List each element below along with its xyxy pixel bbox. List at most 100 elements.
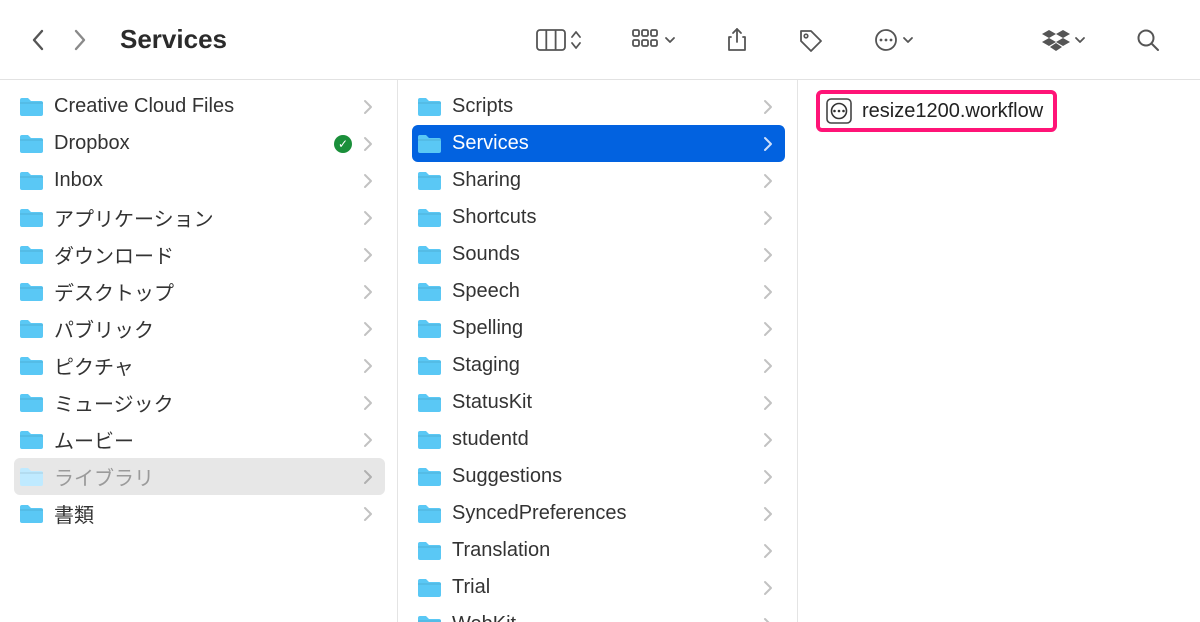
chevron-right-icon bbox=[363, 469, 377, 485]
finder-toolbar: Services bbox=[0, 0, 1200, 80]
column2-item[interactable]: SyncedPreferences bbox=[412, 495, 785, 532]
chevron-right-icon bbox=[763, 358, 777, 374]
chevron-right-icon bbox=[363, 395, 377, 411]
search-button[interactable] bbox=[1130, 24, 1166, 56]
grid-group-icon bbox=[632, 29, 660, 51]
folder-icon bbox=[416, 392, 442, 414]
column2-item[interactable]: WebKit bbox=[412, 606, 785, 622]
column1-item[interactable]: ムービー bbox=[14, 421, 385, 458]
folder-icon bbox=[416, 133, 442, 155]
share-button[interactable] bbox=[720, 23, 754, 57]
column2-item[interactable]: Scripts bbox=[412, 88, 785, 125]
folder-icon bbox=[18, 318, 44, 340]
column1-item[interactable]: パブリック bbox=[14, 310, 385, 347]
column1-item[interactable]: 書類 bbox=[14, 495, 385, 532]
chevron-left-icon bbox=[31, 28, 45, 52]
chevron-right-icon bbox=[763, 432, 777, 448]
chevron-right-icon bbox=[363, 210, 377, 226]
column2-item[interactable]: Trial bbox=[412, 569, 785, 606]
chevron-right-icon bbox=[363, 321, 377, 337]
folder-icon bbox=[18, 466, 44, 488]
item-label: Sounds bbox=[452, 243, 753, 266]
column2-item[interactable]: Staging bbox=[412, 347, 785, 384]
item-label: SyncedPreferences bbox=[452, 502, 753, 525]
forward-button[interactable] bbox=[70, 26, 90, 54]
column2-item[interactable]: Services bbox=[412, 125, 785, 162]
column2-item[interactable]: Spelling bbox=[412, 310, 785, 347]
item-label: Suggestions bbox=[452, 465, 753, 488]
chevron-right-icon bbox=[763, 617, 777, 622]
item-label: Creative Cloud Files bbox=[54, 95, 323, 118]
dropbox-button[interactable] bbox=[1036, 24, 1092, 56]
column1-item[interactable]: ピクチャ bbox=[14, 347, 385, 384]
column-1: Creative Cloud Files Dropbox✓ Inbox アプリケ… bbox=[0, 80, 398, 622]
up-down-icon bbox=[570, 29, 582, 51]
folder-icon bbox=[18, 96, 44, 118]
column2-item[interactable]: Sounds bbox=[412, 236, 785, 273]
folder-icon bbox=[416, 244, 442, 266]
column1-item[interactable]: ダウンロード bbox=[14, 236, 385, 273]
item-label: WebKit bbox=[452, 613, 753, 622]
chevron-down-icon bbox=[902, 34, 914, 46]
column2-item[interactable]: Suggestions bbox=[412, 458, 785, 495]
column3-item[interactable]: resize1200.workflow bbox=[816, 90, 1057, 132]
group-by-button[interactable] bbox=[626, 25, 682, 55]
column2-item[interactable]: Shortcuts bbox=[412, 199, 785, 236]
column2-item[interactable]: Speech bbox=[412, 273, 785, 310]
chevron-right-icon bbox=[763, 99, 777, 115]
window-title: Services bbox=[120, 24, 227, 55]
item-label: ダウンロード bbox=[54, 240, 323, 269]
column1-item[interactable]: アプリケーション bbox=[14, 199, 385, 236]
item-label: ピクチャ bbox=[54, 351, 323, 380]
column2-item[interactable]: StatusKit bbox=[412, 384, 785, 421]
column1-item[interactable]: Dropbox✓ bbox=[14, 125, 385, 162]
item-label: 書類 bbox=[54, 499, 323, 528]
item-label: Trial bbox=[452, 576, 753, 599]
chevron-right-icon bbox=[363, 432, 377, 448]
column2-item[interactable]: Sharing bbox=[412, 162, 785, 199]
dropbox-icon bbox=[1042, 28, 1070, 52]
view-columns-button[interactable] bbox=[530, 25, 588, 55]
item-label: ミュージック bbox=[54, 388, 323, 417]
folder-icon bbox=[416, 466, 442, 488]
item-label: Dropbox bbox=[54, 132, 323, 155]
item-label: Scripts bbox=[452, 95, 753, 118]
item-label: Speech bbox=[452, 280, 753, 303]
column1-item[interactable]: ライブラリ bbox=[14, 458, 385, 495]
tags-button[interactable] bbox=[792, 24, 830, 56]
column2-item[interactable]: Translation bbox=[412, 532, 785, 569]
folder-icon bbox=[18, 244, 44, 266]
back-button[interactable] bbox=[28, 26, 48, 54]
chevron-right-icon bbox=[763, 173, 777, 189]
folder-icon bbox=[416, 503, 442, 525]
column2-item[interactable]: studentd bbox=[412, 421, 785, 458]
column1-item[interactable]: Creative Cloud Files bbox=[14, 88, 385, 125]
ellipsis-circle-icon bbox=[874, 28, 898, 52]
item-label: Shortcuts bbox=[452, 206, 753, 229]
tag-icon bbox=[798, 28, 824, 52]
chevron-right-icon bbox=[763, 506, 777, 522]
chevron-right-icon bbox=[763, 395, 777, 411]
folder-icon bbox=[416, 540, 442, 562]
column1-item[interactable]: ミュージック bbox=[14, 384, 385, 421]
column-3: resize1200.workflow bbox=[798, 80, 1200, 622]
item-label: Services bbox=[452, 132, 753, 155]
column1-item[interactable]: Inbox bbox=[14, 162, 385, 199]
folder-icon bbox=[18, 503, 44, 525]
chevron-right-icon bbox=[763, 136, 777, 152]
item-label: studentd bbox=[452, 428, 753, 451]
folder-icon bbox=[416, 614, 442, 622]
more-actions-button[interactable] bbox=[868, 24, 920, 56]
chevron-right-icon bbox=[763, 247, 777, 263]
chevron-right-icon bbox=[363, 99, 377, 115]
chevron-right-icon bbox=[363, 247, 377, 263]
folder-icon bbox=[416, 429, 442, 451]
item-label: パブリック bbox=[54, 314, 323, 343]
chevron-right-icon bbox=[363, 173, 377, 189]
item-label: ライブラリ bbox=[54, 462, 323, 491]
folder-icon bbox=[18, 133, 44, 155]
column1-item[interactable]: デスクトップ bbox=[14, 273, 385, 310]
item-label: Inbox bbox=[54, 169, 323, 192]
toolbar-buttons bbox=[530, 23, 1166, 57]
columns-icon bbox=[536, 29, 566, 51]
